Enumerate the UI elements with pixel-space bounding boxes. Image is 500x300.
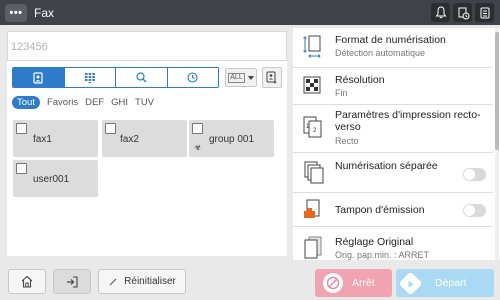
destination-tile-group001[interactable]: group 001 ☣ — [189, 120, 274, 157]
resolution-icon — [303, 76, 321, 94]
filter-ghi[interactable]: GHI — [111, 97, 128, 108]
start-button[interactable]: Départ — [396, 269, 494, 297]
start-icon — [398, 270, 423, 296]
setting-scan-size[interactable]: Format de numérisation Détection automat… — [293, 28, 493, 68]
search-mode-bar — [12, 67, 219, 88]
setting-value: Détection automatique — [335, 48, 426, 58]
checkbox[interactable] — [16, 163, 27, 174]
destination-tile-user001[interactable]: user001 — [13, 160, 98, 197]
setting-title: Résolution — [335, 74, 385, 86]
setting-title: Réglage Original — [335, 236, 414, 248]
stop-button[interactable]: Arrêt — [315, 269, 392, 297]
stop-label: Arrêt — [352, 277, 375, 289]
setting-value: Recto — [335, 136, 359, 146]
bottom-bar: Réinitialiser Arrêt Départ — [0, 262, 500, 300]
job-status-icon[interactable] — [453, 3, 472, 22]
chevron-down-icon — [247, 75, 254, 80]
tx-stamp-toggle[interactable] — [463, 204, 486, 217]
checkbox[interactable] — [16, 123, 27, 134]
settings-panel: Format de numérisation Détection automat… — [293, 28, 500, 260]
settings-scrollbar-thumb[interactable] — [495, 32, 499, 150]
duplex-icon: 12 — [303, 116, 322, 138]
filter-tout[interactable]: Tout — [12, 96, 40, 109]
sort-button[interactable] — [262, 67, 282, 88]
setting-title: Paramètres d'impression recto-verso — [335, 109, 481, 133]
search-tab[interactable] — [116, 68, 168, 87]
setting-title: Tampon d'émission — [335, 204, 425, 216]
setting-resolution[interactable]: Résolution Fin — [293, 68, 493, 105]
filter-dropdown[interactable]: ALL — [225, 68, 257, 87]
filter-tuv[interactable]: TUV — [135, 97, 154, 108]
search-icon — [136, 72, 147, 83]
destination-panel: 123456 ALL Tout Favoris DEF GHI TUV fax1… — [7, 31, 287, 256]
reset-icon — [109, 278, 117, 285]
destination-label: group 001 — [209, 134, 255, 145]
setting-title: Numérisation séparée — [335, 160, 438, 172]
menu-dots: ••• — [9, 6, 23, 19]
keypad-icon — [84, 72, 95, 83]
setting-value: Orig. pap.min. : ARRET — [335, 250, 430, 260]
home-icon — [21, 275, 33, 288]
fax-status-icon[interactable] — [475, 3, 494, 22]
filter-favoris[interactable]: Favoris — [47, 97, 78, 108]
checkbox[interactable] — [105, 123, 116, 134]
separate-scan-icon — [304, 161, 324, 184]
sort-icon — [266, 71, 277, 84]
separate-scan-toggle[interactable] — [463, 168, 486, 181]
setting-duplex[interactable]: 12 Paramètres d'impression recto-verso R… — [293, 105, 493, 153]
setting-value: Fin — [335, 88, 348, 98]
setting-tx-stamp[interactable]: Tampon d'émission — [293, 193, 493, 227]
keypad-tab[interactable] — [64, 68, 116, 87]
history-tab[interactable] — [167, 68, 218, 87]
checkbox[interactable] — [192, 123, 203, 134]
setting-separate-scan[interactable]: Numérisation séparée — [293, 153, 493, 193]
login-icon — [67, 275, 78, 288]
fax-number-input[interactable]: 123456 — [7, 31, 287, 61]
filter-dropdown-value: ALL — [228, 72, 245, 83]
header-bar: ••• Fax — [0, 0, 500, 25]
stop-icon — [323, 273, 343, 293]
menu-button[interactable]: ••• — [5, 3, 27, 22]
setting-title: Format de numérisation — [335, 34, 446, 46]
filter-def[interactable]: DEF — [85, 97, 104, 108]
stamp-icon — [304, 199, 320, 218]
home-button[interactable] — [8, 269, 46, 294]
group-icon: ☣ — [194, 143, 202, 152]
destination-tile-fax1[interactable]: fax1 — [13, 120, 98, 157]
setting-original[interactable]: Réglage Original Orig. pap.min. : ARRET — [293, 227, 493, 260]
history-icon — [187, 72, 198, 83]
scan-size-icon — [303, 35, 321, 58]
original-setting-icon — [304, 236, 322, 259]
start-label: Départ — [435, 277, 467, 289]
bell-icon[interactable] — [431, 3, 450, 22]
index-filter-bar: Tout Favoris DEF GHI TUV — [12, 96, 154, 109]
destination-label: user001 — [33, 174, 70, 185]
address-book-icon — [33, 71, 43, 84]
destination-label: fax1 — [33, 134, 52, 145]
reset-button[interactable]: Réinitialiser — [98, 269, 186, 294]
access-button[interactable] — [53, 269, 91, 294]
app-title: Fax — [34, 5, 55, 20]
reset-label: Réinitialiser — [124, 276, 176, 287]
address-book-tab[interactable] — [13, 68, 65, 87]
destination-tile-fax2[interactable]: fax2 — [102, 120, 187, 157]
destination-label: fax2 — [120, 134, 139, 145]
